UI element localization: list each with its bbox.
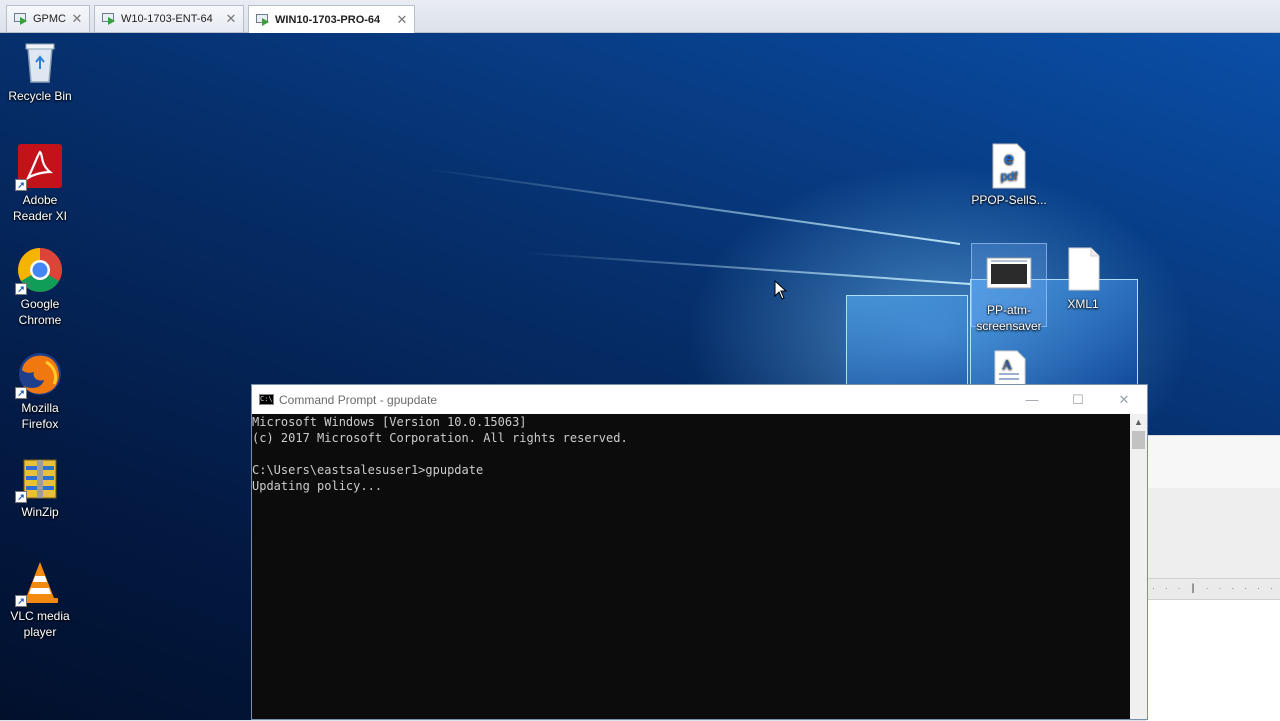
svg-text:e: e [1004, 149, 1013, 168]
scroll-up-arrow-icon[interactable]: ▲ [1130, 414, 1147, 431]
icon-label: PPOP-SellS... [971, 193, 1047, 207]
cmd-icon: C:\ [259, 394, 274, 405]
close-tab-icon[interactable]: ✕ [394, 12, 410, 28]
vm-tab-bar: GPMC ✕ W10-1703-ENT-64 ✕ WIN10-1703-PRO-… [0, 0, 1280, 33]
screensaver-file-icon [985, 252, 1033, 300]
vlc-cone-icon: ↗ [15, 558, 64, 607]
desktop-icon-google-chrome[interactable]: ↗ Google Chrome [2, 246, 78, 328]
tab-label: GPMC [33, 13, 66, 25]
vm-running-icon [14, 12, 28, 26]
firefox-icon: ↗ [15, 350, 64, 399]
chrome-icon: ↗ [15, 246, 64, 295]
desktop-icon-pp-atm-screensaver[interactable]: PP-atm-screensaver [971, 243, 1047, 333]
shortcut-arrow-icon: ↗ [15, 491, 27, 503]
vertical-scrollbar[interactable]: ▲ [1130, 414, 1147, 719]
wallpaper-beam [521, 251, 971, 285]
desktop-icon-vlc[interactable]: ↗ VLC media player [2, 558, 78, 640]
desktop-icon-ppop-pdf[interactable]: e pdf PPOP-SellS... [971, 142, 1047, 208]
shortcut-arrow-icon: ↗ [15, 283, 27, 295]
recycle-bin-icon [16, 38, 64, 86]
ruler: · · · ┃ · · · · · · ⊥ · · · · · [1146, 578, 1280, 600]
icon-label: Recycle Bin [8, 89, 72, 103]
tab-label: W10-1703-ENT-64 [121, 13, 213, 25]
close-tab-icon[interactable]: ✕ [223, 11, 239, 27]
document-page[interactable] [1146, 600, 1280, 721]
shortcut-arrow-icon: ↗ [15, 179, 27, 191]
console-line: C:\Users\eastsalesuser1>gpupdate [252, 463, 484, 477]
svg-text:pdf: pdf [1001, 169, 1018, 183]
tab-win10-1703-pro-64[interactable]: WIN10-1703-PRO-64 ✕ [248, 5, 415, 33]
icon-label: Adobe Reader XI [12, 193, 68, 223]
icon-label: VLC media player [10, 609, 70, 639]
tab-label: WIN10-1703-PRO-64 [275, 13, 381, 26]
tab-w10-1703-ent-64[interactable]: W10-1703-ENT-64 ✕ [94, 5, 244, 32]
minimize-button[interactable]: — [1009, 385, 1055, 414]
tab-gpmc[interactable]: GPMC ✕ [6, 5, 90, 32]
desktop-icon-mozilla-firefox[interactable]: ↗ Mozilla Firefox [2, 350, 78, 432]
console-line: (c) 2017 Microsoft Corporation. All righ… [252, 431, 628, 445]
console-line: Updating policy... [252, 479, 383, 493]
window-title: Command Prompt - gpupdate [279, 392, 438, 407]
vm-running-icon [256, 13, 270, 27]
adobe-reader-icon: ↗ [15, 142, 64, 191]
console-output[interactable]: Microsoft Windows [Version 10.0.15063] (… [252, 414, 1130, 719]
desktop-icon-winzip[interactable]: ↗ WinZip [2, 454, 78, 520]
icon-label: Mozilla Firefox [21, 401, 59, 431]
mouse-cursor-icon [774, 279, 788, 305]
wallpaper-beam [425, 167, 961, 245]
window-title-bar[interactable]: C:\ Command Prompt - gpupdate — ☐ ✕ [252, 385, 1147, 414]
close-button[interactable]: ✕ [1101, 385, 1147, 414]
wallpaper-logo-pane [846, 295, 968, 385]
console-line: Microsoft Windows [Version 10.0.15063] [252, 415, 527, 429]
vm-running-icon [102, 12, 116, 26]
desktop-icon-adobe-reader[interactable]: ↗ Adobe Reader XI [2, 142, 78, 224]
maximize-button[interactable]: ☐ [1055, 385, 1101, 414]
close-tab-icon[interactable]: ✕ [69, 11, 85, 27]
icon-label: WinZip [21, 505, 59, 519]
background-app-window[interactable]: · · · ┃ · · · · · · ⊥ · · · · · [1146, 435, 1280, 721]
winzip-icon: ↗ [15, 454, 64, 503]
shortcut-arrow-icon: ↗ [15, 595, 27, 607]
command-prompt-window[interactable]: C:\ Command Prompt - gpupdate — ☐ ✕ Micr… [251, 384, 1148, 720]
scrollbar-thumb[interactable] [1132, 431, 1145, 449]
desktop-icon-xml1[interactable]: XML1 [1045, 246, 1121, 312]
icon-label: Google Chrome [18, 297, 62, 327]
edge-pdf-icon: e pdf [985, 142, 1033, 190]
ribbon-area [1146, 488, 1280, 578]
svg-text:A: A [1002, 358, 1013, 373]
shortcut-arrow-icon: ↗ [15, 387, 27, 399]
icon-label: XML1 [1067, 297, 1099, 311]
blank-file-icon [1059, 246, 1107, 294]
desktop-icon-recycle-bin[interactable]: Recycle Bin [2, 38, 78, 104]
icon-label: PP-atm-screensaver [976, 303, 1042, 333]
